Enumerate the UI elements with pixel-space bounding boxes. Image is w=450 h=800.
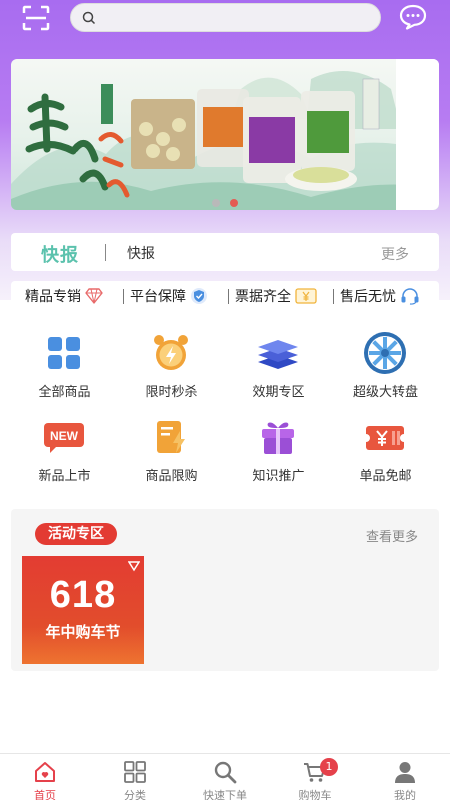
category-expiry-zone[interactable]: 效期专区 (225, 319, 332, 407)
divider (105, 244, 106, 261)
tab-label: 分类 (124, 789, 146, 800)
tab-label: 购物车 (298, 789, 332, 800)
message-icon (399, 4, 427, 30)
category-label: 商品限购 (145, 469, 198, 484)
divider (123, 289, 124, 304)
tab-category[interactable]: 分类 (90, 754, 180, 800)
category-purchase-limit[interactable]: 商品限购 (118, 403, 225, 491)
search-icon (82, 11, 96, 25)
category-label: 单品免邮 (359, 469, 412, 484)
news-logo: 快报 (41, 245, 79, 266)
activity-title: 活动专区 (35, 523, 117, 545)
category-label: 超级大转盘 (352, 385, 418, 400)
guarantee-label: 售后无忧 (340, 289, 396, 305)
bottom-tab-bar: 首页 分类 快速下单 1 购物车 我的 (0, 753, 450, 800)
news-text[interactable]: 快报 (127, 243, 155, 263)
new-badge-icon: NEW (44, 423, 84, 453)
svg-text:NEW: NEW (50, 429, 79, 443)
tab-label: 我的 (394, 789, 416, 800)
category-lucky-wheel[interactable]: 超级大转盘 (332, 319, 439, 407)
promo-text: 年中购车节 (45, 623, 121, 641)
news-ticker[interactable]: 快报 快报 更多 (11, 233, 439, 271)
search-bar[interactable] (70, 3, 381, 32)
guarantee-label: 平台保障 (130, 289, 186, 305)
guarantee-label: 精品专销 (25, 289, 81, 305)
category-label: 全部商品 (38, 385, 91, 400)
activity-more-link[interactable]: 查看更多 (366, 526, 418, 545)
guarantee-item: 票据齐全 (235, 286, 317, 306)
pagination-dot (212, 199, 220, 207)
gift-icon (262, 422, 294, 454)
category-free-shipping[interactable]: 单品免邮 (332, 403, 439, 491)
headset-icon (401, 288, 419, 305)
brand-logo-icon (128, 561, 140, 572)
wheel-icon (364, 332, 406, 374)
banner-pagination (212, 199, 242, 209)
user-icon (395, 762, 415, 783)
cart-count-badge: 1 (320, 758, 338, 776)
scan-button[interactable] (22, 5, 50, 31)
shield-check-icon (191, 288, 207, 304)
tab-label: 快速下单 (203, 789, 247, 800)
category-icon (124, 761, 146, 783)
coupon-yen-icon (363, 426, 407, 450)
banner-image (11, 71, 439, 210)
divider (228, 289, 229, 304)
scan-icon (22, 5, 50, 31)
next-banner-peek[interactable] (396, 59, 439, 210)
guarantee-item: 售后无忧 (340, 286, 420, 306)
category-knowledge[interactable]: 知识推广 (225, 403, 332, 491)
news-more-link[interactable]: 更多 (381, 244, 409, 264)
tab-label: 首页 (34, 789, 56, 800)
promo-number: 618 (49, 574, 117, 616)
pagination-dot-active (230, 199, 238, 207)
tab-home[interactable]: 首页 (0, 754, 90, 800)
search-icon (214, 761, 237, 784)
message-button[interactable] (399, 4, 427, 30)
invoice-icon (295, 288, 317, 304)
category-label: 新品上市 (38, 469, 91, 484)
diamond-icon (85, 288, 103, 304)
guarantee-item: 平台保障 (130, 286, 208, 306)
guarantee-label: 票据齐全 (235, 289, 291, 305)
promo-card-618[interactable]: 618 年中购车节 (22, 556, 144, 664)
category-label: 效期专区 (252, 385, 305, 400)
limit-flash-icon (157, 421, 185, 453)
home-icon (35, 762, 55, 782)
category-flash-sale[interactable]: 限时秒杀 (118, 319, 225, 407)
category-label: 限时秒杀 (145, 385, 198, 400)
category-label: 知识推广 (252, 469, 305, 484)
guarantee-item: 精品专销 (25, 286, 103, 306)
tab-profile[interactable]: 我的 (360, 754, 450, 800)
guarantee-strip: 精品专销 平台保障 票据齐全 售后无忧 (11, 281, 439, 310)
grid-apps-icon (48, 337, 80, 369)
category-grid: 全部商品 限时秒杀 效期专区 超级大转盘 NEW 新品上市 商品限购 知识推广 … (11, 319, 439, 498)
layers-icon (258, 340, 298, 369)
promo-banner[interactable] (11, 59, 439, 210)
divider (333, 289, 334, 304)
category-all-products[interactable]: 全部商品 (11, 319, 118, 407)
alarm-clock-icon (154, 335, 188, 370)
tab-cart[interactable]: 1 购物车 (270, 754, 360, 800)
search-input[interactable] (101, 8, 371, 28)
tab-quick-order[interactable]: 快速下单 (180, 754, 270, 800)
top-bar (0, 0, 450, 36)
category-new-arrivals[interactable]: NEW 新品上市 (11, 403, 118, 491)
